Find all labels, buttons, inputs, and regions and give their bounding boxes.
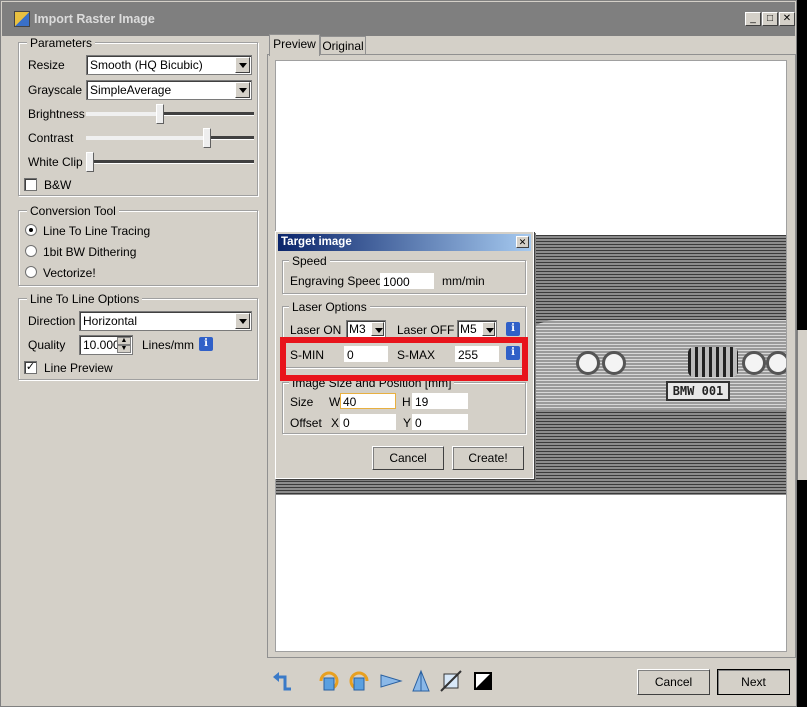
info-icon[interactable]: i <box>506 322 520 336</box>
vectorize-radio[interactable] <box>25 266 37 278</box>
offset-label: Offset <box>290 416 322 430</box>
offset-y-input[interactable]: 0 <box>412 414 468 430</box>
w-label: W <box>329 395 341 409</box>
kidney-grille <box>688 347 738 377</box>
flip-horizontal-icon[interactable] <box>379 669 403 693</box>
chevron-down-icon[interactable] <box>235 82 250 98</box>
stepper-up-icon[interactable]: ▲ <box>117 337 131 345</box>
chevron-down-icon[interactable] <box>235 313 250 329</box>
resize-select-value: Smooth (HQ Bicubic) <box>90 58 203 72</box>
close-icon[interactable]: ✕ <box>516 236 529 248</box>
offset-x-input[interactable]: 0 <box>340 414 396 430</box>
headlight-left <box>576 351 600 375</box>
white-clip-label: White Clip <box>28 155 83 169</box>
dithering-label: 1bit BW Dithering <box>43 245 137 259</box>
line-to-line-label: Line To Line Tracing <box>43 224 151 238</box>
chevron-down-icon[interactable] <box>235 57 250 73</box>
resize-select[interactable]: Smooth (HQ Bicubic) <box>86 55 252 75</box>
laser-on-value: M3 <box>349 322 366 336</box>
brightness-slider[interactable] <box>86 104 254 124</box>
grayscale-label: Grayscale <box>28 83 83 97</box>
laser-on-label: Laser ON <box>290 323 342 337</box>
bw-checkbox[interactable] <box>24 178 37 191</box>
tab-preview[interactable]: Preview <box>269 34 320 56</box>
engraving-speed-label: Engraving Speed <box>290 274 383 288</box>
quality-label: Quality <box>28 338 66 352</box>
chevron-down-icon[interactable] <box>371 322 384 336</box>
next-button[interactable]: Next <box>717 669 790 695</box>
direction-select-value: Horizontal <box>83 314 138 328</box>
white-clip-slider-thumb[interactable] <box>86 152 94 172</box>
laser-options-group-label: Laser Options <box>289 300 370 314</box>
line-to-line-radio[interactable] <box>25 224 37 236</box>
contrast-label: Contrast <box>28 131 74 145</box>
license-plate: BMW 001 <box>666 381 730 401</box>
create-button[interactable]: Create! <box>452 446 524 470</box>
target-dialog-title: Target image <box>281 236 352 248</box>
speed-group-label: Speed <box>289 254 330 268</box>
white-clip-slider[interactable] <box>86 152 254 172</box>
brightness-slider-thumb[interactable] <box>156 104 164 124</box>
minimize-button[interactable]: _ <box>745 12 761 26</box>
height-input[interactable]: 19 <box>412 393 468 409</box>
headlight-right-inner <box>742 351 766 375</box>
dialog-cancel-button[interactable]: Cancel <box>372 446 444 470</box>
engraving-speed-unit: mm/min <box>442 274 485 288</box>
stepper-down-icon[interactable]: ▼ <box>117 345 131 353</box>
target-image-dialog: Target image ✕ Speed Engraving Speed 100… <box>275 231 534 479</box>
conversion-tool-group-label: Conversion Tool <box>27 204 119 218</box>
laser-off-label: Laser OFF <box>397 323 455 337</box>
crop-icon[interactable] <box>439 669 463 693</box>
window-title: Import Raster Image <box>34 12 155 26</box>
resize-label: Resize <box>28 58 65 72</box>
info-icon[interactable]: i <box>199 337 213 351</box>
grayscale-select[interactable]: SimpleAverage <box>86 80 252 100</box>
contrast-slider[interactable] <box>86 128 254 148</box>
app-icon <box>14 11 30 27</box>
import-raster-window: Import Raster Image _ □ ✕ Parameters Res… <box>0 0 797 707</box>
direction-label: Direction <box>28 314 76 328</box>
headlight-right <box>766 351 786 375</box>
bw-label: B&W <box>44 178 72 192</box>
brightness-label: Brightness <box>28 107 85 121</box>
invert-icon[interactable] <box>471 669 495 693</box>
chevron-down-icon[interactable] <box>482 322 495 336</box>
flip-vertical-icon[interactable] <box>409 669 433 693</box>
h-label: H <box>402 395 411 409</box>
tab-original[interactable]: Original <box>320 36 366 56</box>
background-window-edge <box>797 330 807 480</box>
quality-unit: Lines/mm <box>142 338 195 352</box>
line-preview-label: Line Preview <box>44 361 113 375</box>
laser-off-value: M5 <box>460 322 477 336</box>
reset-icon[interactable] <box>271 669 295 693</box>
contrast-slider-thumb[interactable] <box>203 128 211 148</box>
width-input[interactable]: 40 <box>340 393 396 409</box>
quality-stepper[interactable]: 10.000 ▲ ▼ <box>79 335 133 355</box>
size-label: Size <box>290 395 314 409</box>
maximize-button[interactable]: □ <box>762 12 778 26</box>
dithering-radio[interactable] <box>25 245 37 257</box>
vectorize-label: Vectorize! <box>43 266 96 280</box>
direction-select[interactable]: Horizontal <box>79 311 252 331</box>
parameters-group-label: Parameters <box>27 36 96 50</box>
line-preview-checkbox[interactable]: ✓ <box>24 361 37 374</box>
y-label: Y <box>403 416 412 430</box>
rotate-ccw-icon[interactable] <box>317 669 341 693</box>
laser-off-select[interactable]: M5 <box>457 320 497 338</box>
close-button[interactable]: ✕ <box>779 12 795 26</box>
grayscale-select-value: SimpleAverage <box>90 83 172 97</box>
line-options-group-label: Line To Line Options <box>27 292 143 306</box>
title-bar[interactable]: Import Raster Image _ □ ✕ <box>2 2 795 36</box>
cancel-button[interactable]: Cancel <box>637 669 710 695</box>
x-label: X <box>331 416 340 430</box>
target-dialog-titlebar[interactable]: Target image ✕ <box>278 234 531 251</box>
engraving-speed-input[interactable]: 1000 <box>380 273 434 289</box>
rotate-cw-icon[interactable] <box>347 669 371 693</box>
laser-on-select[interactable]: M3 <box>346 320 386 338</box>
highlight-box <box>280 337 528 381</box>
quality-value: 10.000 <box>83 338 120 352</box>
headlight-left-inner <box>602 351 626 375</box>
